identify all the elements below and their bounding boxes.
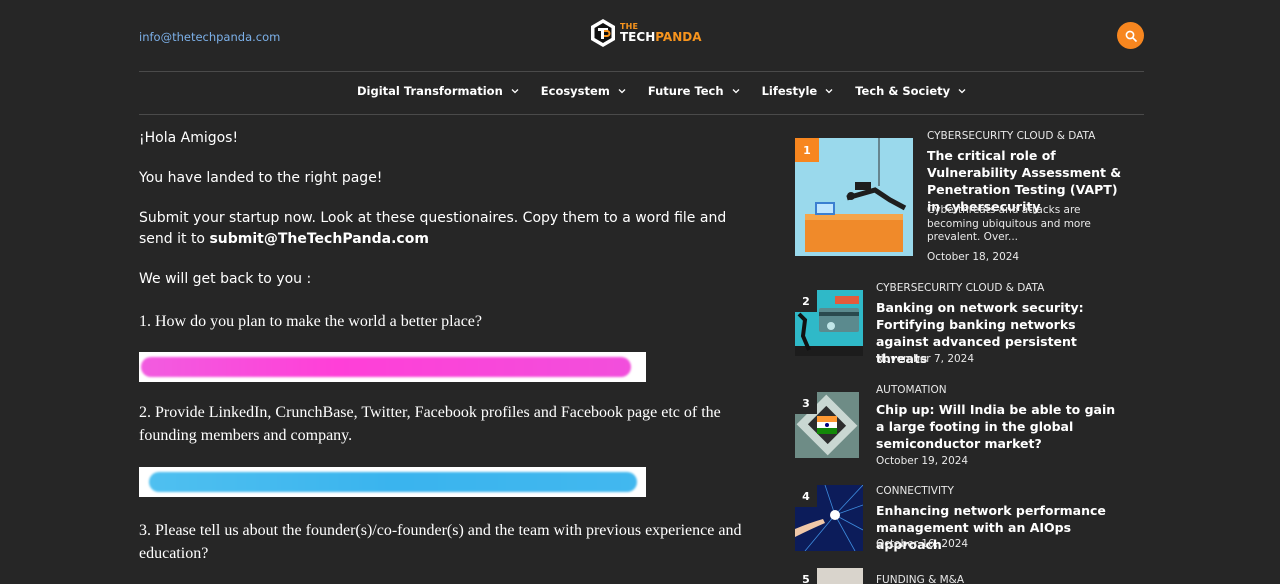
- post-thumbnail[interactable]: 5: [795, 568, 863, 584]
- post-thumbnail[interactable]: 4: [795, 485, 863, 551]
- nav-item-ecosystem[interactable]: Ecosystem: [541, 84, 626, 98]
- contact-email-link[interactable]: info@thetechpanda.com: [139, 30, 280, 44]
- post-thumbnail[interactable]: 2: [795, 290, 863, 356]
- logo-tech: TECH: [620, 30, 656, 44]
- blue-highlight-stroke: [149, 472, 637, 492]
- question-3: 3. Please tell us about the founder(s)/c…: [139, 522, 742, 562]
- nav-item-future-tech[interactable]: Future Tech: [648, 84, 740, 98]
- post-category[interactable]: CONNECTIVITY: [876, 485, 954, 497]
- rank-badge: 5: [795, 568, 817, 584]
- submit-instructions: Submit your startup now. Look at these q…: [139, 208, 749, 250]
- rank-badge: 4: [795, 485, 817, 507]
- nav-label: Lifestyle: [761, 84, 818, 98]
- answer-1-redacted: [139, 352, 646, 382]
- logo-wordmark: THE TECHPANDA: [620, 23, 702, 44]
- nav-label: Future Tech: [647, 84, 724, 98]
- nav-label: Digital Transformation: [357, 84, 503, 98]
- rank-badge: 2: [795, 290, 817, 312]
- nav-item-lifestyle[interactable]: Lifestyle: [762, 84, 834, 98]
- popular-post-3[interactable]: 3 AUTOMATION Chip up: Will India be able…: [795, 382, 1135, 472]
- pink-highlight-stroke: [141, 357, 631, 377]
- post-date: October 19, 2024: [876, 455, 969, 467]
- header-divider: [139, 71, 1144, 72]
- answer-2-redacted: [139, 467, 646, 497]
- post-category[interactable]: CYBERSECURITY CLOUD & DATA: [927, 130, 1095, 142]
- chevron-down-icon: [958, 89, 966, 94]
- post-date: November 7, 2024: [876, 353, 975, 365]
- post-category[interactable]: AUTOMATION: [876, 384, 947, 396]
- post-thumbnail[interactable]: 1: [795, 138, 913, 256]
- main-nav: Digital Transformation Ecosystem Future …: [357, 84, 988, 98]
- question-2: 2. Provide LinkedIn, CrunchBase, Twitter…: [139, 404, 721, 444]
- rank-badge: 3: [795, 392, 817, 414]
- popular-post-2[interactable]: 2 CYBERSECURITY CLOUD & DATA Banking on …: [795, 280, 1135, 370]
- post-category[interactable]: CYBERSECURITY CLOUD & DATA: [876, 282, 1044, 294]
- top-header: info@thetechpanda.com THE TECHPANDA: [139, 0, 1144, 71]
- nav-divider: [139, 114, 1144, 115]
- chevron-down-icon: [825, 89, 833, 94]
- rank-badge: 1: [795, 138, 819, 162]
- logo-panda: PANDA: [655, 30, 702, 44]
- nav-label: Ecosystem: [540, 84, 610, 98]
- post-date: October 16, 2024: [876, 538, 969, 550]
- site-logo[interactable]: THE TECHPANDA: [590, 18, 702, 48]
- nav-item-digital-transformation[interactable]: Digital Transformation: [357, 84, 519, 98]
- landed-text: You have landed to the right page!: [139, 170, 383, 186]
- post-category[interactable]: FUNDING & M&A: [876, 574, 964, 584]
- popular-post-5[interactable]: 5 FUNDING & M&A: [795, 568, 1135, 584]
- popular-post-4[interactable]: 4 CONNECTIVITY Enhancing network perform…: [795, 483, 1135, 563]
- get-back-text: We will get back to you :: [139, 271, 312, 287]
- post-date: October 18, 2024: [927, 251, 1020, 263]
- question-1: 1. How do you plan to make the world a b…: [139, 313, 482, 330]
- greeting-text: ¡Hola Amigos!: [139, 130, 239, 146]
- nav-item-tech-society[interactable]: Tech & Society: [855, 84, 966, 98]
- chevron-down-icon: [732, 89, 740, 94]
- popular-post-1[interactable]: 1 CYBERSECURITY CLOUD & DATA The critica…: [795, 128, 1135, 268]
- nav-label: Tech & Society: [855, 84, 951, 98]
- chevron-down-icon: [511, 89, 519, 94]
- post-thumbnail[interactable]: 3: [795, 392, 859, 458]
- post-title[interactable]: Chip up: Will India be able to gain a la…: [876, 401, 1121, 452]
- submit-email[interactable]: submit@TheTechPanda.com: [209, 231, 428, 247]
- chevron-down-icon: [618, 89, 626, 94]
- search-button[interactable]: [1117, 22, 1144, 49]
- logo-hexagon-icon: [591, 19, 615, 47]
- search-icon: [1125, 30, 1137, 42]
- post-excerpt: Cyberthreats and attacks are becoming ub…: [927, 204, 1091, 243]
